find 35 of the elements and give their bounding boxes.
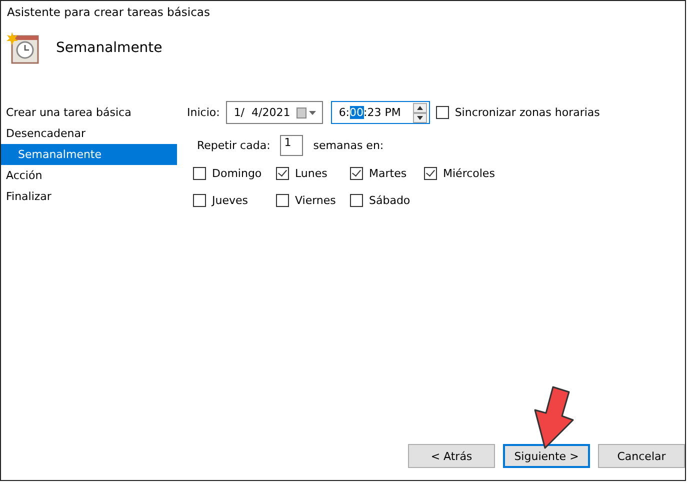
nav-item[interactable]: Acción: [1, 165, 177, 186]
wizard-button[interactable]: Siguiente >: [503, 444, 590, 468]
checkbox-label: Viernes: [295, 194, 336, 206]
checkbox-label: Domingo: [212, 166, 262, 180]
spin-icon[interactable]: [412, 102, 427, 122]
date-picker[interactable]: 1/ 4/2021: [226, 101, 323, 124]
window-title: Asistente para crear tareas básicas: [6, 4, 211, 21]
nav-item[interactable]: Crear una tarea básica: [1, 102, 177, 123]
wizard-button[interactable]: Cancelar: [598, 444, 685, 468]
checkbox[interactable]: [350, 194, 363, 206]
checkbox-label: Martes: [369, 166, 407, 180]
checkbox-label: Miércoles: [443, 166, 495, 180]
nav-item[interactable]: Desencadenar: [1, 123, 177, 144]
checkbox-label: Lunes: [295, 166, 328, 180]
nav-item[interactable]: Finalizar: [1, 186, 177, 207]
calendar-clock-icon: [6, 31, 40, 65]
calendar-dropdown-icon: [296, 106, 318, 118]
checkbox[interactable]: [193, 194, 206, 206]
checkbox-label: Jueves: [212, 194, 248, 206]
checkbox-label: Sábado: [369, 194, 410, 206]
checkbox[interactable]: [276, 166, 289, 180]
checkbox[interactable]: [424, 166, 437, 180]
checkbox[interactable]: [350, 166, 363, 180]
checkbox[interactable]: [436, 106, 449, 119]
page-heading: Semanalmente: [56, 40, 162, 56]
weeks-label: semanas en:: [313, 139, 384, 152]
repeat-label: Repetir cada:: [197, 139, 270, 152]
start-label: Inicio:: [187, 106, 220, 119]
checkbox-label: Sincronizar zonas horarias: [454, 106, 600, 119]
nav-item[interactable]: Semanalmente: [1, 144, 177, 165]
checkbox[interactable]: [276, 194, 289, 206]
wizard-button[interactable]: < Atrás: [408, 444, 495, 468]
weeks-field[interactable]: 1: [280, 135, 304, 156]
checkbox[interactable]: [193, 166, 206, 180]
time-field[interactable]: 6:00:23 PM: [330, 101, 430, 124]
